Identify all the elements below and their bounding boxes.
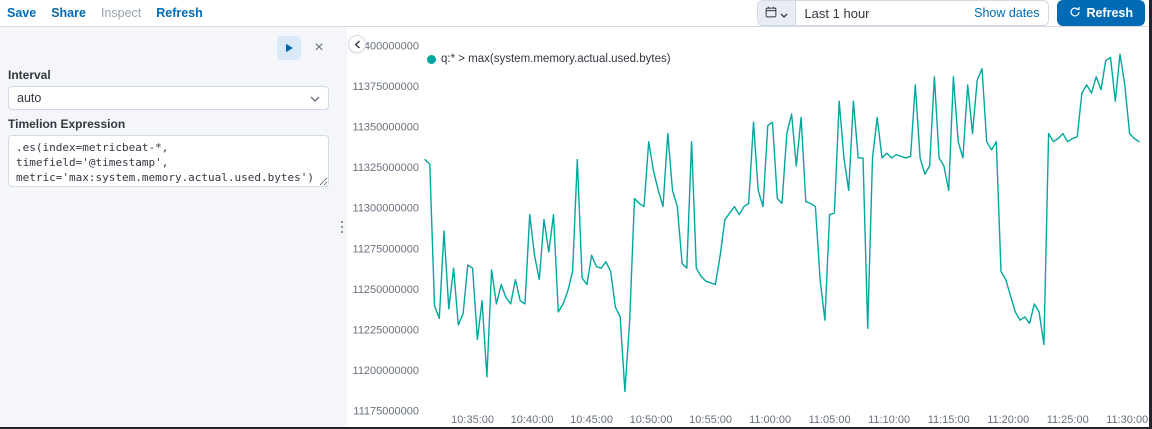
svg-text:11:05:00: 11:05:00: [809, 414, 851, 426]
expression-sidebar: × Interval auto Timelion Expression .es(…: [0, 27, 337, 427]
svg-text:10:45:00: 10:45:00: [570, 414, 613, 426]
svg-text:10:50:00: 10:50:00: [630, 414, 673, 426]
chevron-down-icon: [780, 6, 788, 21]
svg-text:11:10:00: 11:10:00: [868, 414, 910, 426]
toolbar-links: Save Share Inspect Refresh: [7, 6, 203, 20]
chart-legend[interactable]: q:* > max(system.memory.actual.used.byte…: [427, 53, 671, 65]
svg-text:11350000000: 11350000000: [353, 122, 419, 134]
svg-text:11:15:00: 11:15:00: [928, 414, 970, 426]
series-lines: [424, 53, 1140, 393]
sidebar-actions: ×: [8, 35, 329, 61]
interval-label: Interval: [8, 68, 51, 82]
chevron-left-icon: [354, 37, 361, 52]
timeseries-chart[interactable]: 1140000000011375000000113500000001132500…: [347, 27, 1149, 427]
main-content: × Interval auto Timelion Expression .es(…: [0, 27, 1149, 427]
save-link[interactable]: Save: [7, 6, 36, 20]
panel-resizer-handle[interactable]: [337, 27, 347, 427]
interval-value: auto: [17, 91, 42, 105]
svg-text:11275000000: 11275000000: [353, 243, 419, 255]
svg-text:11300000000: 11300000000: [353, 203, 419, 215]
close-icon[interactable]: ×: [309, 38, 329, 58]
calendar-dropdown-button[interactable]: [758, 1, 797, 25]
svg-text:11:25:00: 11:25:00: [1047, 414, 1089, 426]
timelion-expression-input[interactable]: .es(index=metricbeat-*, timefield='@time…: [8, 135, 329, 187]
chevron-down-icon: [310, 91, 320, 105]
svg-text:11175000000: 11175000000: [353, 406, 419, 418]
svg-text:10:55:00: 10:55:00: [689, 414, 732, 426]
legend-series-dot: [427, 54, 436, 64]
timelion-app: Save Share Inspect Refresh Last 1 hour S…: [0, 0, 1149, 427]
legend-series-label: q:* > max(system.memory.actual.used.byte…: [441, 53, 671, 65]
chart-panel: q:* > max(system.memory.actual.used.byte…: [347, 27, 1149, 427]
y-axis-tick-labels: 1140000000011375000000113500000001132500…: [353, 41, 419, 418]
svg-text:11250000000: 11250000000: [353, 284, 419, 296]
run-expression-button[interactable]: [277, 36, 301, 60]
refresh-link[interactable]: Refresh: [156, 6, 203, 20]
top-toolbar: Save Share Inspect Refresh Last 1 hour S…: [0, 0, 1149, 27]
svg-text:10:35:00: 10:35:00: [451, 414, 494, 426]
svg-text:11200000000: 11200000000: [353, 365, 419, 377]
svg-text:11375000000: 11375000000: [353, 81, 419, 93]
expression-label: Timelion Expression: [8, 117, 126, 131]
date-controls: Last 1 hour Show dates Refresh: [757, 0, 1145, 26]
svg-text:11:00:00: 11:00:00: [749, 414, 791, 426]
svg-text:11:20:00: 11:20:00: [987, 414, 1029, 426]
time-range-value[interactable]: Last 1 hour: [796, 6, 965, 21]
svg-text:11:30:00: 11:30:00: [1106, 414, 1148, 426]
play-icon: [285, 41, 294, 56]
refresh-query-button[interactable]: Refresh: [1057, 0, 1145, 26]
x-axis-tick-labels: 10:35:00 10:40:00 10:45:00 10:50:00 10:55:00…: [451, 414, 1148, 426]
refresh-button-label: Refresh: [1086, 6, 1133, 20]
super-date-picker: Last 1 hour Show dates: [757, 0, 1050, 26]
show-dates-link[interactable]: Show dates: [965, 6, 1048, 20]
vertical-dots-icon: [340, 220, 344, 234]
svg-text:11225000000: 11225000000: [353, 324, 419, 336]
svg-text:11325000000: 11325000000: [353, 162, 419, 174]
inspect-link: Inspect: [100, 6, 142, 20]
share-link[interactable]: Share: [51, 6, 86, 20]
refresh-icon: [1069, 6, 1081, 21]
calendar-icon: [765, 6, 777, 21]
interval-select[interactable]: auto: [8, 86, 329, 110]
collapse-sidebar-button[interactable]: [348, 35, 366, 53]
svg-text:10:40:00: 10:40:00: [511, 414, 554, 426]
